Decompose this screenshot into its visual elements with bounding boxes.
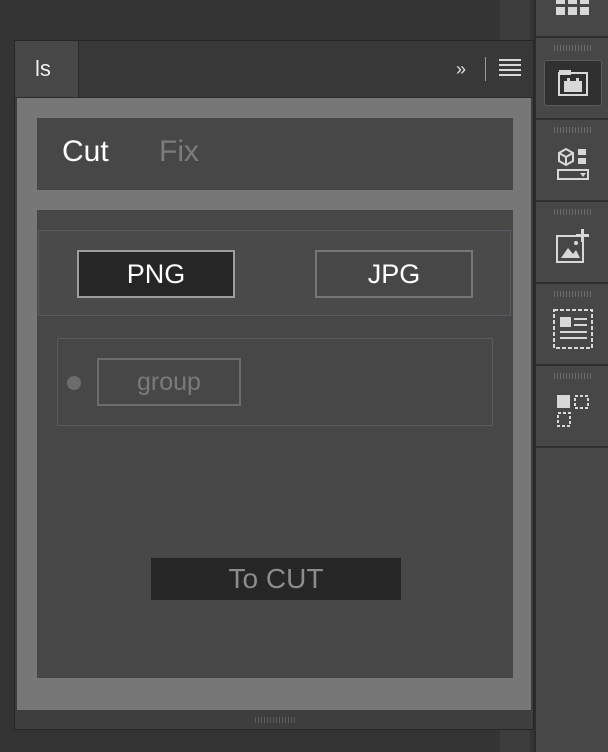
group-radio[interactable] (67, 376, 81, 390)
format-selector: PNG JPG (38, 230, 511, 316)
hamburger-menu-icon[interactable] (499, 59, 521, 77)
add-image-icon[interactable] (544, 224, 602, 270)
group-button[interactable]: group (97, 358, 241, 406)
layout-text-icon[interactable] (544, 306, 602, 352)
tab-cut[interactable]: Cut (62, 118, 109, 190)
3d-object-icon[interactable] (544, 142, 602, 188)
panel-tab[interactable]: ls (15, 41, 79, 97)
panel-body: Cut Fix PNG JPG group To CUT (17, 98, 531, 710)
right-toolbar (534, 0, 608, 752)
group-option: group (57, 338, 493, 426)
jpg-button[interactable]: JPG (315, 250, 473, 298)
to-cut-button[interactable]: To CUT (151, 558, 401, 600)
resize-grip[interactable] (255, 717, 295, 723)
select-shapes-icon[interactable] (544, 388, 602, 434)
plugin-panel-icon[interactable] (544, 60, 602, 106)
tab-fix[interactable]: Fix (159, 118, 199, 190)
mode-tabs: Cut Fix (37, 118, 513, 190)
collapse-panel-icon[interactable]: » (447, 55, 473, 83)
png-button[interactable]: PNG (77, 250, 235, 298)
header-divider (485, 57, 486, 81)
cut-content: PNG JPG group To CUT (37, 210, 513, 678)
plugin-panel: ls » Cut Fix PNG JPG group To CUT (14, 40, 534, 730)
panel-header: ls » (15, 41, 533, 98)
grid-icon[interactable] (544, 0, 602, 34)
